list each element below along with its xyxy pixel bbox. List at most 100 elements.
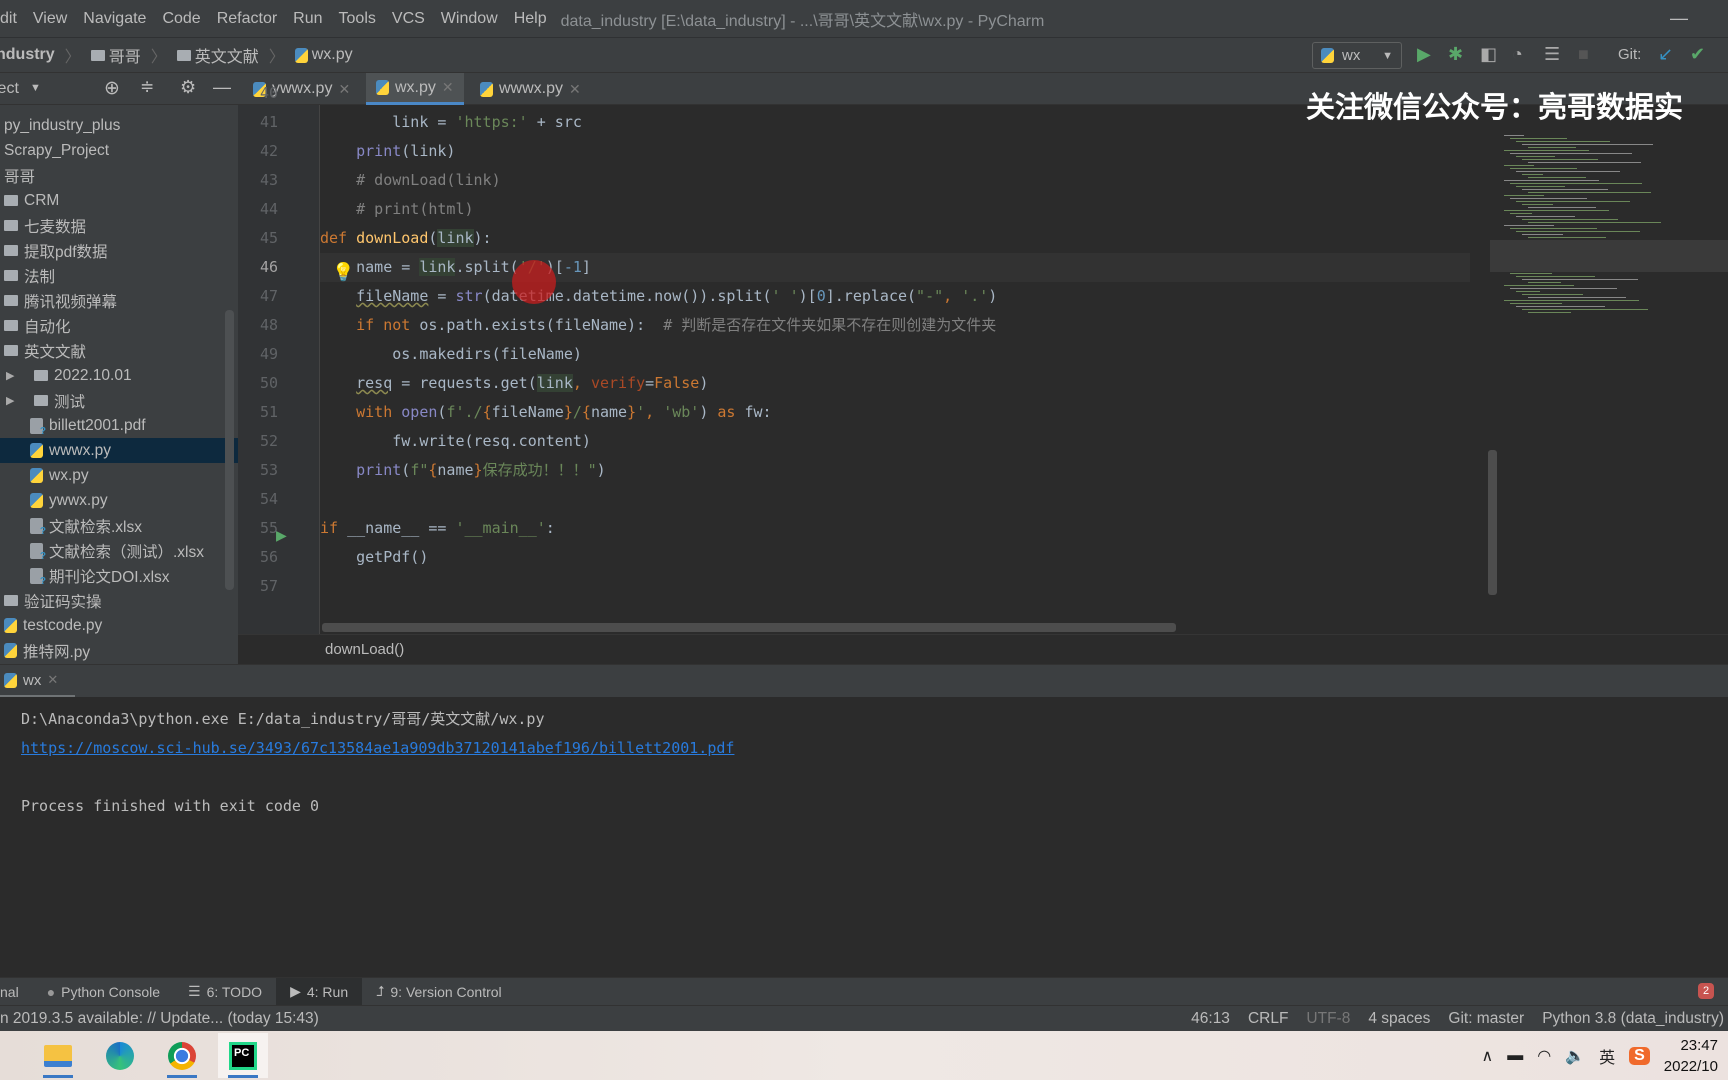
code-line[interactable] (320, 572, 1470, 601)
vertical-scrollbar[interactable] (1488, 450, 1497, 595)
interpreter[interactable]: Python 3.8 (data_industry) (1542, 1006, 1724, 1032)
menu-help[interactable]: Help (506, 10, 555, 28)
tool-terminal[interactable]: nal (0, 978, 33, 1006)
pycharm-icon[interactable]: PC (218, 1033, 268, 1078)
collapse-icon[interactable]: ≑ (140, 77, 154, 97)
concurrency-icon[interactable]: ☰ (1544, 44, 1560, 65)
sogou-icon[interactable]: S (1629, 1046, 1650, 1065)
code-line[interactable]: # downLoad(link) (320, 166, 1470, 195)
tool-todo[interactable]: ☰ 6: TODO (174, 978, 276, 1006)
menu-vcs[interactable]: VCS (384, 10, 433, 28)
breadcrumb-folder[interactable]: 英文文献 (195, 43, 259, 67)
code-line[interactable]: resq = requests.get(link, verify=False) (320, 369, 1470, 398)
menu-tools[interactable]: Tools (331, 10, 384, 28)
breadcrumb-file[interactable]: wx.py (312, 46, 353, 64)
file-encoding[interactable]: UTF-8 (1306, 1006, 1350, 1032)
tree-item[interactable]: 自动化 (0, 313, 238, 338)
coverage-icon[interactable]: ◧ (1480, 44, 1497, 65)
run-icon[interactable]: ▶ (1417, 44, 1431, 65)
project-view-label[interactable]: ject (0, 80, 19, 98)
menu-navigate[interactable]: Navigate (75, 10, 154, 28)
tree-item[interactable]: ▶ 测试 (0, 388, 238, 413)
tree-item[interactable]: wx.py (0, 463, 238, 488)
code-line[interactable]: with open(f'./{fileName}/{name}', 'wb') … (320, 398, 1470, 427)
wifi-icon[interactable]: ◠ (1537, 1046, 1551, 1066)
ime-indicator[interactable]: 英 (1599, 1044, 1615, 1068)
menu-code[interactable]: Code (154, 10, 208, 28)
caret-position[interactable]: 46:13 (1191, 1006, 1230, 1032)
chevron-up-icon[interactable]: ∧ (1481, 1046, 1493, 1066)
code-line[interactable]: getPdf() (320, 543, 1470, 572)
code-line[interactable]: os.makedirs(fileName) (320, 340, 1470, 369)
menu-view[interactable]: View (25, 10, 75, 28)
profile-icon[interactable]: ◔ (1512, 44, 1523, 65)
expand-arrow-icon[interactable]: ▶ (6, 394, 16, 407)
tree-item[interactable]: 文献检索.xlsx (0, 513, 238, 538)
tool-python-console[interactable]: ● Python Console (33, 978, 174, 1006)
intention-bulb-icon[interactable]: 💡 (332, 262, 354, 283)
status-message[interactable]: n 2019.3.5 available: // Update... (toda… (0, 1006, 319, 1032)
tool-version-control[interactable]: ⮥ 9: Version Control (362, 978, 516, 1006)
tree-item[interactable]: CRM (0, 188, 238, 213)
line-separator[interactable]: CRLF (1248, 1006, 1288, 1032)
expand-arrow-icon[interactable]: ▶ (6, 369, 16, 382)
tree-item[interactable]: ▶ 2022.10.01 (0, 363, 238, 388)
tree-item[interactable]: 提取pdf数据 (0, 238, 238, 263)
editor-breadcrumb[interactable]: downLoad() (238, 634, 1728, 664)
tree-item[interactable]: 腾讯视频弹幕 (0, 288, 238, 313)
horizontal-scrollbar[interactable] (322, 623, 1176, 632)
stop-icon[interactable]: ■ (1578, 44, 1589, 65)
run-tab[interactable]: wx ✕ (0, 665, 75, 698)
gear-icon[interactable]: ⚙ (180, 77, 196, 98)
edge-icon[interactable] (95, 1033, 145, 1078)
chevron-down-icon[interactable]: ▼ (30, 82, 41, 94)
battery-icon[interactable]: ▬ (1507, 1047, 1523, 1065)
project-scrollbar[interactable] (225, 310, 234, 590)
tree-item[interactable]: billett2001.pdf (0, 413, 238, 438)
tab-wx[interactable]: wx.py ✕ (366, 73, 464, 105)
tree-item[interactable]: 期刊论文DOI.xlsx (0, 563, 238, 588)
tree-item[interactable]: wwwx.py (0, 438, 238, 463)
menu-refactor[interactable]: Refactor (209, 10, 285, 28)
git-branch[interactable]: Git: master (1448, 1006, 1524, 1032)
code-line[interactable]: fw.write(resq.content) (320, 427, 1470, 456)
indent-setting[interactable]: 4 spaces (1368, 1006, 1430, 1032)
tree-item[interactable]: 英文文献 (0, 338, 238, 363)
minimize-button[interactable]: — (1670, 8, 1688, 29)
menu-dit[interactable]: dit (0, 10, 25, 28)
breadcrumb-folder[interactable]: 哥哥 (109, 43, 141, 67)
code-line[interactable]: # print(html) (320, 195, 1470, 224)
code-editor[interactable]: else: link = 'https:' + src print(link) … (320, 105, 1470, 634)
code-line[interactable]: print(f"{name}保存成功！！！") (320, 456, 1470, 485)
close-icon[interactable]: ✕ (569, 81, 581, 98)
console-link[interactable]: https://moscow.sci-hub.se/3493/67c13584a… (21, 739, 734, 757)
tree-item[interactable]: testcode.py (0, 613, 238, 638)
tree-item[interactable]: 推特网.py (0, 638, 238, 663)
tree-item[interactable]: Scrapy_Project (0, 138, 238, 163)
breadcrumb-project[interactable]: ndustry (0, 46, 55, 64)
debug-icon[interactable]: ✱ (1448, 44, 1463, 65)
event-log-badge[interactable]: 2 (1698, 983, 1714, 999)
code-line[interactable] (320, 485, 1470, 514)
git-update-icon[interactable]: ↙ (1658, 44, 1673, 65)
close-icon[interactable]: ✕ (442, 79, 454, 96)
code-line[interactable]: if __name__ == '__main__': (320, 514, 1470, 543)
close-icon[interactable]: ✕ (47, 672, 58, 688)
tree-item[interactable]: py_industry_plus (0, 113, 238, 138)
run-configuration-select[interactable]: wx ▼ (1312, 42, 1402, 69)
code-line[interactable]: if not os.path.exists(fileName): # 判断是否存… (320, 311, 1470, 340)
code-line[interactable]: name = link.split('/')[-1] (320, 253, 1470, 282)
run-console[interactable]: D:\Anaconda3\python.exe E:/data_industry… (0, 697, 1728, 977)
code-line[interactable]: print(link) (320, 137, 1470, 166)
close-icon[interactable]: ✕ (338, 81, 350, 98)
tree-item[interactable]: 法制 (0, 263, 238, 288)
code-line[interactable]: fileName = str(datetime.datetime.now()).… (320, 282, 1470, 311)
git-commit-icon[interactable]: ✔ (1690, 44, 1705, 65)
tree-item[interactable]: ywwx.py (0, 488, 238, 513)
menu-window[interactable]: Window (433, 10, 506, 28)
hide-icon[interactable]: — (213, 77, 231, 98)
locate-icon[interactable]: ⊕ (104, 77, 120, 100)
tree-item[interactable]: 七麦数据 (0, 213, 238, 238)
tree-item[interactable]: 验证码实操 (0, 588, 238, 613)
minimap-viewport[interactable] (1490, 240, 1728, 272)
